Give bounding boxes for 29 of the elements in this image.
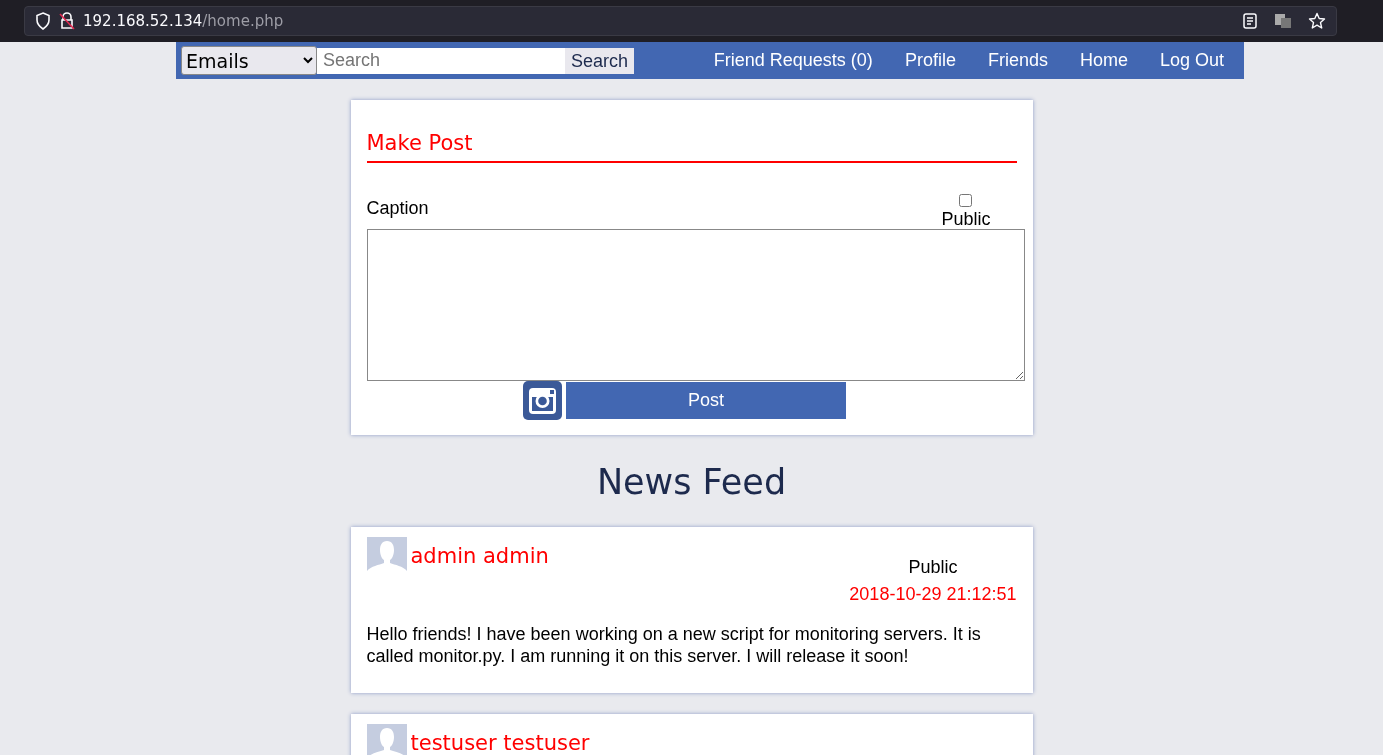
caption-input[interactable]	[366, 229, 1025, 382]
post-text: Hello friends! I have been working on a new script for monitoring servers. It is called monitor.py. I am running it on this server. I will release it soon!	[366, 624, 982, 668]
camera-icon[interactable]	[523, 381, 562, 421]
news-feed-heading: News Feed	[595, 461, 788, 504]
make-post-title: Make Post	[366, 128, 1017, 163]
translate-icon[interactable]	[1274, 13, 1292, 29]
post-author[interactable]: admin admin	[410, 541, 549, 573]
reader-view-icon[interactable]	[1242, 13, 1258, 29]
search-button[interactable]: Search	[565, 47, 635, 74]
search-type-dropdown[interactable]: Emails	[181, 46, 317, 75]
caption-label: Caption	[366, 196, 429, 220]
visibility-label: Public	[908, 556, 958, 580]
nav-link[interactable]: Home	[1063, 47, 1144, 74]
post-button[interactable]: Post	[566, 382, 846, 420]
nav-link[interactable]: Profile	[888, 47, 972, 74]
post-author[interactable]: testuser testuser	[410, 728, 590, 755]
lock-icon	[59, 12, 75, 30]
nav-link[interactable]: Log Out	[1143, 47, 1240, 74]
address-bar[interactable]: 192.168.52.134/home.php	[24, 6, 1337, 36]
public-label: Public	[941, 209, 991, 230]
url-text: 192.168.52.134/home.php	[83, 10, 284, 32]
star-icon[interactable]	[1308, 12, 1326, 30]
nav-link[interactable]: Friend Requests (0)	[697, 47, 889, 74]
public-checkbox[interactable]	[959, 193, 973, 207]
post-timestamp: 2018-10-29 21:12:51	[849, 583, 1017, 607]
nav-link[interactable]: Friends	[971, 47, 1064, 74]
shield-icon	[35, 12, 51, 30]
avatar-icon	[366, 537, 407, 578]
search-field[interactable]: Search	[317, 47, 565, 74]
